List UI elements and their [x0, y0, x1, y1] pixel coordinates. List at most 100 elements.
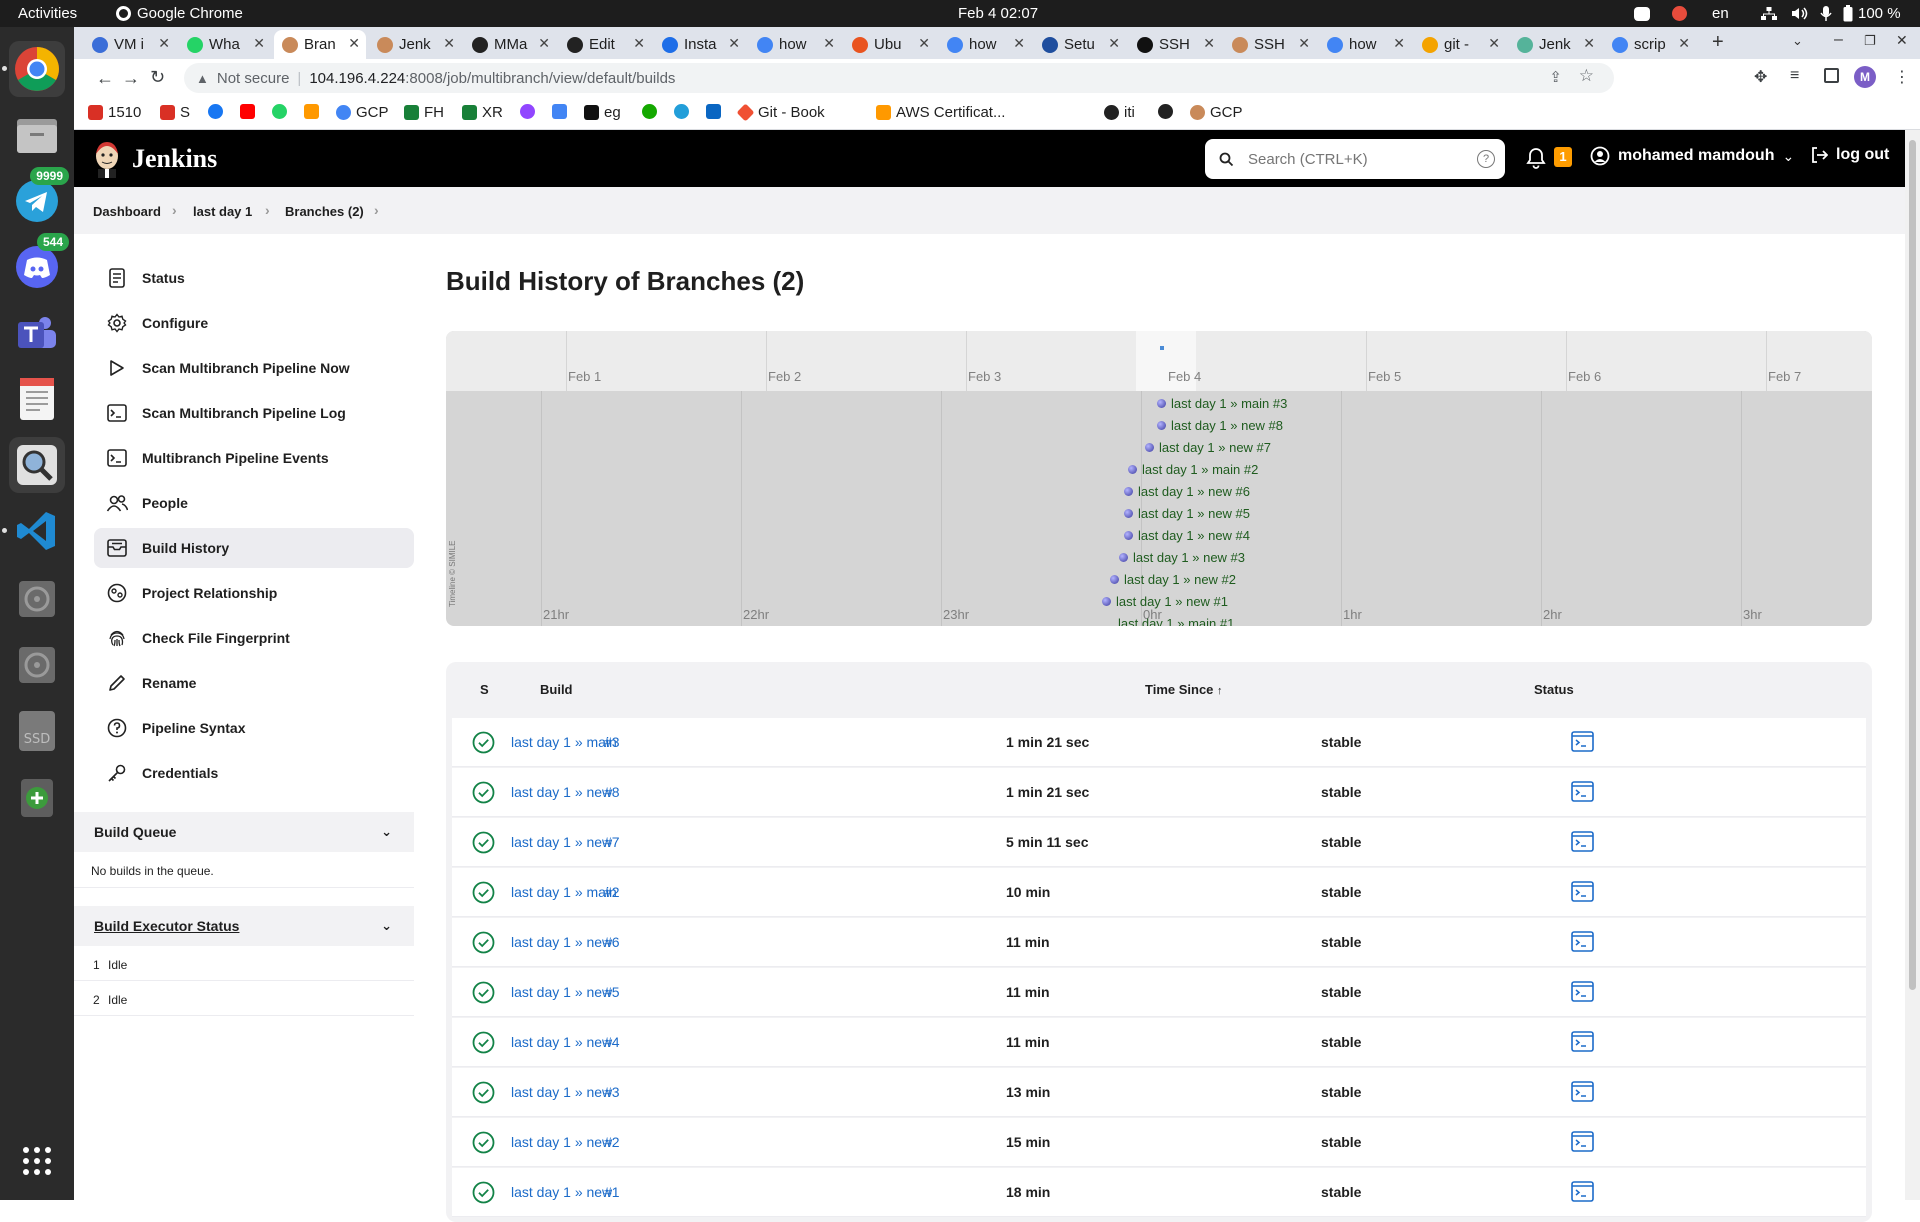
bookmark-item[interactable]: S: [160, 104, 190, 121]
dock-disk-1[interactable]: [9, 571, 65, 627]
browser-tab[interactable]: how ✕: [939, 30, 1031, 59]
browser-tab[interactable]: Wha ✕: [179, 30, 271, 59]
search-input[interactable]: [1248, 150, 1468, 168]
dock-telegram[interactable]: 9999: [9, 167, 69, 229]
jenkins-home-link[interactable]: Jenkins: [92, 140, 217, 178]
branch-link[interactable]: last day 1 » main: [511, 884, 617, 900]
breadcrumb-branches[interactable]: Branches (2): [285, 204, 364, 219]
branch-link[interactable]: last day 1 » new: [511, 984, 612, 1000]
bookmark-item[interactable]: XR: [462, 104, 503, 121]
address-bar[interactable]: ▲ Not secure | 104.196.4.224:8008/job/mu…: [184, 63, 1614, 93]
minimize-button[interactable]: –: [1834, 31, 1843, 49]
sidebar-item-people[interactable]: People: [94, 483, 414, 523]
sidebar-item-pipeline-syntax[interactable]: Pipeline Syntax: [94, 708, 414, 748]
side-panel-icon[interactable]: [1824, 68, 1839, 83]
help-icon[interactable]: ?: [1477, 150, 1495, 168]
microphone-icon[interactable]: [1820, 5, 1832, 26]
chevron-down-icon[interactable]: ⌄: [381, 824, 392, 840]
build-number-link[interactable]: #2: [604, 1134, 620, 1150]
build-number-link[interactable]: #6: [604, 934, 620, 950]
build-number-link[interactable]: #3: [604, 734, 620, 750]
close-icon[interactable]: ✕: [1678, 35, 1690, 52]
close-icon[interactable]: ✕: [1108, 35, 1120, 52]
timeline-event[interactable]: last day 1 » new #7: [1145, 440, 1271, 455]
column-header-status[interactable]: S: [480, 682, 489, 697]
timeline-event[interactable]: last day 1 » new #3: [1119, 550, 1245, 565]
browser-tab[interactable]: SSH ✕: [1129, 30, 1221, 59]
bookmark-item[interactable]: [552, 104, 567, 119]
console-output-icon[interactable]: [1571, 731, 1594, 752]
reading-list-icon[interactable]: ≡: [1790, 67, 1799, 85]
close-icon[interactable]: ✕: [823, 35, 835, 52]
branch-link[interactable]: last day 1 » new: [511, 934, 612, 950]
volume-icon[interactable]: [1790, 6, 1808, 25]
bookmark-item[interactable]: [240, 104, 255, 119]
bookmark-item[interactable]: [272, 104, 287, 119]
dock-files[interactable]: [9, 107, 65, 163]
close-icon[interactable]: ✕: [918, 35, 930, 52]
sidebar-item-credentials[interactable]: Credentials: [94, 753, 414, 793]
build-number-link[interactable]: #2: [604, 884, 620, 900]
timeline-event[interactable]: last day 1 » new #1: [1102, 594, 1228, 609]
sidebar-item-scan-now[interactable]: Scan Multibranch Pipeline Now: [94, 348, 414, 388]
close-window-button[interactable]: ✕: [1896, 32, 1908, 49]
browser-tab[interactable]: SSH ✕: [1224, 30, 1316, 59]
page-scrollbar[interactable]: [1905, 130, 1920, 1200]
close-icon[interactable]: ✕: [443, 35, 455, 52]
browser-tab[interactable]: git - ✕: [1414, 30, 1506, 59]
executor-status-title[interactable]: Build Executor Status: [94, 918, 239, 934]
clock[interactable]: Feb 4 02:07: [958, 5, 1038, 22]
column-header-build[interactable]: Build: [540, 682, 573, 697]
build-number-link[interactable]: #5: [604, 984, 620, 1000]
timeline-event[interactable]: last day 1 » main #2: [1128, 462, 1258, 477]
chevron-right-icon[interactable]: ›: [374, 202, 379, 218]
extensions-icon[interactable]: ✥: [1754, 67, 1767, 87]
bookmark-item[interactable]: eg: [584, 104, 621, 121]
security-status[interactable]: Not secure: [217, 70, 290, 87]
timeline-event[interactable]: last day 1 » main #3: [1157, 396, 1287, 411]
console-output-icon[interactable]: [1571, 831, 1594, 852]
browser-tab[interactable]: VM i ✕: [84, 30, 176, 59]
logout-link[interactable]: log out: [1810, 146, 1889, 164]
console-output-icon[interactable]: [1571, 881, 1594, 902]
user-menu[interactable]: mohamed mamdouh ⌄: [1590, 146, 1794, 166]
console-output-icon[interactable]: [1571, 981, 1594, 1002]
bookmark-item[interactable]: [642, 104, 657, 119]
browser-tab[interactable]: how ✕: [749, 30, 841, 59]
breadcrumb-project[interactable]: last day 1: [193, 204, 252, 219]
timeline-event[interactable]: last day 1 » new #6: [1124, 484, 1250, 499]
bookmark-item[interactable]: GCP: [1190, 104, 1243, 121]
branch-link[interactable]: last day 1 » new: [511, 1134, 612, 1150]
maximize-button[interactable]: ❐: [1864, 33, 1876, 49]
bookmark-item[interactable]: [674, 104, 689, 119]
bookmark-item[interactable]: Git - Book: [736, 103, 825, 122]
browser-tab[interactable]: scrip ✕: [1604, 30, 1696, 59]
close-icon[interactable]: ✕: [158, 35, 170, 52]
new-tab-button[interactable]: +: [1712, 31, 1724, 54]
keyboard-language[interactable]: en: [1712, 5, 1729, 22]
timeline-event[interactable]: last day 1 » new #5: [1124, 506, 1250, 521]
menu-kebab-icon[interactable]: ⋮: [1894, 67, 1910, 87]
sidebar-item-pipeline-events[interactable]: Multibranch Pipeline Events: [94, 438, 414, 478]
dock-chrome[interactable]: [2, 41, 65, 97]
close-icon[interactable]: ✕: [633, 35, 645, 52]
bookmark-star-icon[interactable]: ☆: [1579, 66, 1594, 86]
console-output-icon[interactable]: [1571, 1031, 1594, 1052]
profile-avatar[interactable]: M: [1854, 66, 1876, 88]
branch-link[interactable]: last day 1 » new: [511, 1184, 612, 1200]
close-icon[interactable]: ✕: [1203, 35, 1215, 52]
browser-tab[interactable]: Insta ✕: [654, 30, 746, 59]
battery-icon[interactable]: [1843, 5, 1853, 26]
close-icon[interactable]: ✕: [1298, 35, 1310, 52]
bookmark-item[interactable]: GCP: [336, 104, 389, 121]
console-output-icon[interactable]: [1571, 1131, 1594, 1152]
search-box[interactable]: ?: [1205, 139, 1505, 179]
browser-tab[interactable]: Edit ✕: [559, 30, 651, 59]
breadcrumb-dashboard[interactable]: Dashboard: [93, 204, 161, 219]
bookmark-item[interactable]: 1510: [88, 104, 141, 121]
chevron-down-icon[interactable]: ⌄: [381, 918, 392, 934]
sidebar-item-check-fingerprint[interactable]: Check File Fingerprint: [94, 618, 414, 658]
bookmark-item[interactable]: [520, 104, 535, 119]
close-icon[interactable]: ✕: [348, 35, 360, 52]
console-output-icon[interactable]: [1571, 931, 1594, 952]
